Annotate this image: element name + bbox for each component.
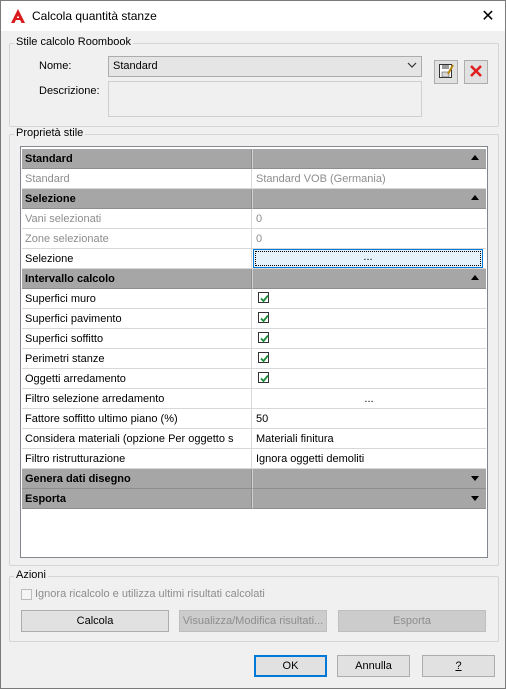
grid-row-name: Superfici muro <box>22 289 252 309</box>
view-edit-results-button[interactable]: Visualizza/Modifica risultati... <box>179 610 327 632</box>
grid-row-name: Genera dati disegno <box>22 469 252 489</box>
grid-row-name: Vani selezionati <box>22 209 252 229</box>
description-field[interactable] <box>108 81 422 117</box>
grid-row-name: Oggetti arredamento <box>22 369 252 389</box>
grid-row-vani-selezionati: Vani selezionati 0 <box>22 209 486 229</box>
cancel-button[interactable]: Annulla <box>337 655 410 677</box>
grid-row-name: Intervallo calcolo <box>22 269 252 289</box>
save-style-icon <box>438 63 454 82</box>
grid-row-superfici-muro: Superfici muro <box>22 289 486 309</box>
grid-row-name: Filtro ristrutturazione <box>22 449 252 469</box>
grid-row-superfici-pavimento: Superfici pavimento <box>22 309 486 329</box>
grid-row-value <box>252 289 486 309</box>
style-name-value: Standard <box>113 60 158 72</box>
grid-row-value <box>252 349 486 369</box>
grid-row-selezione: Selezione ... <box>22 249 486 269</box>
grid-row-value <box>252 369 486 389</box>
grid-row-considera-materiali: Considera materiali (opzione Per oggetto… <box>22 429 486 449</box>
delete-style-button[interactable] <box>464 60 488 84</box>
close-icon[interactable]: ✕ <box>471 1 505 31</box>
grid-row-value[interactable]: 50 <box>252 409 486 429</box>
grid-category-esporta[interactable]: Esporta <box>22 489 486 509</box>
window-title: Calcola quantità stanze <box>32 9 157 23</box>
collapse-icon[interactable] <box>471 195 479 200</box>
grid-row-name: Perimetri stanze <box>22 349 252 369</box>
grid-row-value: 0 <box>252 209 486 229</box>
export-button[interactable]: Esporta <box>338 610 486 632</box>
actions-group <box>9 576 499 642</box>
style-name-combo[interactable]: Standard <box>108 56 422 77</box>
grid-row-value <box>252 189 486 209</box>
grid-category-standard[interactable]: Standard <box>22 149 486 169</box>
selection-ellipsis-button[interactable]: ... <box>253 249 483 268</box>
grid-category-genera-dati-disegno[interactable]: Genera dati disegno <box>22 469 486 489</box>
ignore-recalc-label: Ignora ricalcolo e utilizza ultimi risul… <box>35 588 265 600</box>
grid-category-selezione[interactable]: Selezione <box>22 189 486 209</box>
grid-row-value <box>252 469 486 489</box>
grid-row-name: Filtro selezione arredamento <box>22 389 252 409</box>
grid-category-intervallo-calcolo[interactable]: Intervallo calcolo <box>22 269 486 289</box>
checkbox-checked-icon[interactable] <box>258 372 269 383</box>
expand-icon[interactable] <box>471 476 479 481</box>
help-button[interactable]: ? <box>422 655 495 677</box>
grid-row-name: Selezione <box>22 189 252 209</box>
grid-row-perimetri-stanze: Perimetri stanze <box>22 349 486 369</box>
grid-row-name: Fattore soffitto ultimo piano (%) <box>22 409 252 429</box>
delete-x-icon <box>469 64 483 81</box>
grid-row-oggetti-arredamento: Oggetti arredamento <box>22 369 486 389</box>
collapse-icon[interactable] <box>471 155 479 160</box>
grid-row-name: Superfici soffitto <box>22 329 252 349</box>
ok-button[interactable]: OK <box>254 655 327 677</box>
grid-row-value: ... <box>252 249 486 269</box>
ignore-recalc-checkbox[interactable] <box>21 589 32 600</box>
actions-group-legend: Azioni <box>14 569 48 581</box>
grid-row-name: Esporta <box>22 489 252 509</box>
title-bar: Calcola quantità stanze ✕ <box>1 1 505 31</box>
grid-row-fattore-soffitto: Fattore soffitto ultimo piano (%) 50 <box>22 409 486 429</box>
grid-row-value <box>252 149 486 169</box>
save-style-button[interactable] <box>434 60 458 84</box>
grid-row-standard: Standard Standard VOB (Germania) <box>22 169 486 189</box>
grid-row-value <box>252 489 486 509</box>
grid-row-value: 0 <box>252 229 486 249</box>
grid-row-name: Standard <box>22 169 252 189</box>
grid-row-value[interactable]: Ignora oggetti demoliti <box>252 449 486 469</box>
grid-row-zone-selezionate: Zone selezionate 0 <box>22 229 486 249</box>
chevron-down-icon <box>407 60 417 73</box>
grid-row-value <box>252 269 486 289</box>
grid-row-name: Considera materiali (opzione Per oggetto… <box>22 429 252 449</box>
checkbox-checked-icon[interactable] <box>258 292 269 303</box>
dialog-window: Calcola quantità stanze ✕ Stile calcolo … <box>0 0 506 689</box>
property-grid: Standard Standard Standard VOB (Germania… <box>20 146 488 558</box>
grid-row-value <box>252 309 486 329</box>
checkbox-checked-icon[interactable] <box>258 352 269 363</box>
grid-row-value[interactable]: Materiali finitura <box>252 429 486 449</box>
expand-icon[interactable] <box>471 496 479 501</box>
checkbox-checked-icon[interactable] <box>258 332 269 343</box>
style-group-legend: Stile calcolo Roombook <box>14 36 133 48</box>
furniture-filter-ellipsis[interactable]: ... <box>252 389 486 409</box>
grid-row-name: Standard <box>22 149 252 169</box>
description-label: Descrizione: <box>39 85 100 97</box>
collapse-icon[interactable] <box>471 275 479 280</box>
grid-row-filtro-selezione-arredamento: Filtro selezione arredamento ... <box>22 389 486 409</box>
autocad-a-icon <box>10 8 26 24</box>
name-label: Nome: <box>39 60 72 72</box>
checkbox-checked-icon[interactable] <box>258 312 269 323</box>
properties-group-legend: Proprietà stile <box>14 127 86 139</box>
grid-row-value: Standard VOB (Germania) <box>252 169 486 189</box>
grid-row-value <box>252 329 486 349</box>
calculate-button[interactable]: Calcola <box>21 610 169 632</box>
grid-row-name: Selezione <box>22 249 252 269</box>
grid-row-filtro-ristrutturazione: Filtro ristrutturazione Ignora oggetti d… <box>22 449 486 469</box>
grid-row-name: Zone selezionate <box>22 229 252 249</box>
close-glyph: ✕ <box>481 8 495 25</box>
grid-row-superfici-soffitto: Superfici soffitto <box>22 329 486 349</box>
grid-row-name: Superfici pavimento <box>22 309 252 329</box>
